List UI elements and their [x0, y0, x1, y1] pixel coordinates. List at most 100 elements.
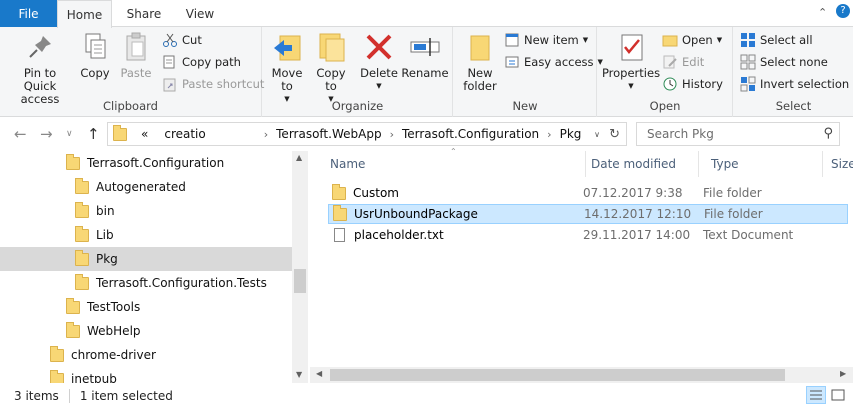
- folder-icon: [50, 345, 64, 362]
- delete-button[interactable]: Delete ▼: [360, 30, 398, 93]
- delete-dropdown-icon: ▼: [376, 82, 382, 90]
- new-item-button[interactable]: New item ▼: [504, 30, 588, 50]
- column-header-name[interactable]: Name: [320, 151, 586, 177]
- breadcrumb-separator-icon[interactable]: ›: [390, 128, 394, 141]
- breadcrumb-separator-icon[interactable]: ›: [547, 128, 551, 141]
- new-item-dropdown-icon: ▼: [582, 36, 589, 44]
- folder-icon: [66, 321, 80, 338]
- details-view-button[interactable]: [806, 386, 826, 404]
- properties-dropdown-icon: ▼: [628, 82, 634, 90]
- folder-icon: [75, 273, 89, 290]
- copy-to-button[interactable]: Copy to ▼: [313, 30, 349, 106]
- select-group-label: Select: [775, 99, 812, 113]
- address-bar[interactable]: « creatio › Terrasoft.WebApp › Terrasoft…: [107, 122, 627, 146]
- breadcrumb-terrasoft-configuration[interactable]: Terrasoft.Configuration: [402, 127, 539, 141]
- new-item-icon: [504, 32, 520, 48]
- text-file-icon: [334, 228, 345, 242]
- folder-icon: [75, 177, 89, 194]
- file-row-usrunboundpackage[interactable]: UsrUnboundPackage 14.12.2017 12:10 File …: [328, 204, 848, 224]
- new-folder-icon: [463, 30, 497, 64]
- folder-icon: [332, 183, 346, 200]
- tree-item-terrasoft-configuration[interactable]: Terrasoft.Configuration: [0, 151, 292, 175]
- scroll-down-icon[interactable]: ▼: [296, 370, 302, 379]
- search-icon[interactable]: ⚲: [823, 126, 833, 141]
- clipboard-group-label: Clipboard: [103, 99, 158, 113]
- move-to-button[interactable]: Move to ▼: [269, 30, 305, 106]
- details-view-icon: [810, 390, 822, 400]
- large-icons-view-button[interactable]: [828, 386, 848, 404]
- folder-icon: [66, 297, 80, 314]
- tree-item-terrasoft-configuration-tests[interactable]: Terrasoft.Configuration.Tests: [0, 271, 292, 295]
- tab-view[interactable]: View: [176, 0, 224, 27]
- column-header-date[interactable]: Date modified: [581, 151, 699, 177]
- tree-item-autogenerated[interactable]: Autogenerated: [0, 175, 292, 199]
- breadcrumb-separator-icon[interactable]: ›: [264, 128, 268, 141]
- paste-button[interactable]: Paste: [117, 30, 155, 80]
- easy-access-button[interactable]: Easy access ▼: [504, 52, 603, 72]
- refresh-icon[interactable]: ↻: [609, 127, 620, 142]
- copy-button[interactable]: Copy: [76, 30, 114, 80]
- file-list: ⌃ Name Date modified Type Size Custom 07…: [310, 147, 853, 383]
- breadcrumb-creatio[interactable]: creatio: [164, 127, 205, 141]
- select-all-button[interactable]: Select all: [740, 30, 813, 50]
- tree-item-chrome-driver[interactable]: chrome-driver: [0, 343, 292, 367]
- folder-icon: [75, 201, 89, 218]
- scrollbar-thumb[interactable]: [330, 369, 785, 381]
- tree-item-pkg[interactable]: Pkg: [0, 247, 292, 271]
- invert-selection-button[interactable]: Invert selection: [740, 74, 849, 94]
- cut-button[interactable]: Cut: [162, 30, 202, 50]
- column-header-type[interactable]: Type: [701, 151, 823, 177]
- select-none-icon: [740, 54, 756, 70]
- file-list-horizontal-scrollbar[interactable]: ◀ ▶: [310, 367, 853, 383]
- search-box[interactable]: Search Pkg ⚲: [636, 122, 840, 146]
- back-arrow-icon[interactable]: ←: [14, 125, 27, 143]
- file-row-placeholder-txt[interactable]: placeholder.txt 29.11.2017 14:00 Text Do…: [328, 225, 848, 245]
- properties-button[interactable]: Properties ▼: [602, 30, 660, 93]
- open-dropdown-icon: ▼: [716, 36, 723, 44]
- tree-item-testtools[interactable]: TestTools: [0, 295, 292, 319]
- address-overflow[interactable]: «: [141, 127, 148, 141]
- breadcrumb-terrasoft-webapp[interactable]: Terrasoft.WebApp: [276, 127, 381, 141]
- tree-item-lib[interactable]: Lib: [0, 223, 292, 247]
- navigation-pane-scrollbar[interactable]: ▲ ▼: [292, 151, 308, 383]
- move-to-icon: [270, 30, 304, 64]
- rename-button[interactable]: Rename: [401, 30, 449, 80]
- up-arrow-icon[interactable]: ↑: [87, 125, 100, 143]
- new-folder-button[interactable]: New folder: [460, 30, 500, 93]
- folder-icon: [50, 369, 64, 383]
- tab-file[interactable]: File: [0, 0, 57, 27]
- breadcrumb-pkg[interactable]: Pkg: [560, 127, 582, 141]
- open-group-label: Open: [649, 99, 681, 113]
- tree-item-inetpub[interactable]: inetpub: [0, 367, 292, 383]
- edit-button[interactable]: Edit: [662, 52, 704, 72]
- recent-locations-chevron-icon[interactable]: ∨: [66, 129, 73, 139]
- forward-arrow-icon[interactable]: →: [40, 125, 53, 143]
- open-folder-icon: [662, 32, 678, 48]
- scrollbar-thumb[interactable]: [294, 269, 306, 293]
- scroll-up-icon[interactable]: ▲: [296, 153, 302, 162]
- pin-to-quick-access-button[interactable]: Pin to Quick access: [4, 30, 76, 106]
- tab-share[interactable]: Share: [118, 0, 170, 27]
- file-row-custom[interactable]: Custom 07.12.2017 9:38 File folder: [328, 183, 848, 203]
- paste-shortcut-button[interactable]: Paste shortcut: [162, 74, 264, 94]
- copy-path-button[interactable]: Copy path: [162, 52, 241, 72]
- search-input[interactable]: Search Pkg: [647, 127, 714, 141]
- column-header-size[interactable]: Size: [821, 151, 853, 177]
- tab-home[interactable]: Home: [57, 0, 112, 28]
- tree-item-webhelp[interactable]: WebHelp: [0, 319, 292, 343]
- tree-item-bin[interactable]: bin: [0, 199, 292, 223]
- folder-icon: [75, 225, 89, 242]
- address-folder-icon: [113, 124, 127, 141]
- minimize-ribbon-icon[interactable]: ⌃: [818, 6, 827, 19]
- invert-selection-icon: [740, 76, 756, 92]
- address-dropdown-icon[interactable]: ∨: [594, 130, 600, 139]
- organize-group: Move to ▼ Copy to ▼ Delete ▼ Rename Orga…: [263, 27, 453, 117]
- history-button[interactable]: History: [662, 74, 723, 94]
- select-none-button[interactable]: Select none: [740, 52, 828, 72]
- scroll-left-icon[interactable]: ◀: [316, 369, 322, 378]
- help-icon[interactable]: ?: [836, 4, 850, 18]
- copy-icon: [78, 30, 112, 64]
- open-button[interactable]: Open ▼: [662, 30, 722, 50]
- folder-icon: [66, 153, 80, 170]
- scroll-right-icon[interactable]: ▶: [840, 369, 846, 378]
